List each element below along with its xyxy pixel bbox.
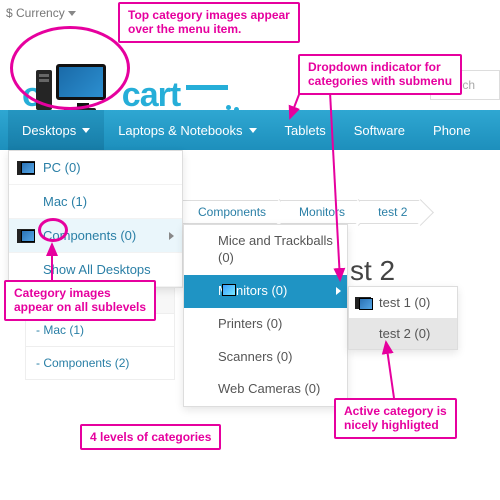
menu-item-test2[interactable]: test 2 (0): [349, 318, 457, 349]
pc-icon: [355, 297, 371, 309]
nav-item-phones[interactable]: Phone: [419, 110, 485, 150]
menu-item-mac[interactable]: Mac (1): [9, 185, 182, 219]
breadcrumb-seg[interactable]: test 2: [360, 200, 422, 224]
page-title: st 2: [350, 255, 395, 287]
annotation-ellipse-subicon: [38, 218, 68, 242]
menu-item-webcams[interactable]: Web Cameras (0): [184, 373, 347, 406]
menu-item-mice[interactable]: Mice and Trackballs (0): [184, 225, 347, 275]
nav-item-desktops[interactable]: Desktops: [8, 110, 104, 150]
callout-top: Top category images appear over the menu…: [118, 2, 300, 43]
menu-item-test1[interactable]: test 1 (0): [349, 287, 457, 318]
chevron-down-icon: [82, 128, 90, 133]
nav-item-software[interactable]: Software: [340, 110, 419, 150]
callout-right: Dropdown indicator for categories with s…: [298, 54, 462, 95]
pc-icon: [17, 161, 35, 175]
menu-item-pc[interactable]: PC (0): [9, 151, 182, 185]
breadcrumb-seg[interactable]: Monitors: [281, 200, 360, 224]
caret-down-icon: [68, 11, 76, 16]
dropdown-level3: test 1 (0) test 2 (0): [348, 286, 458, 350]
pc-icon: [17, 229, 35, 243]
dropdown-level2: Mice and Trackballs (0) Monitors (0) Pri…: [183, 224, 348, 407]
annotation-ellipse-logo: [10, 26, 130, 110]
breadcrumb-seg[interactable]: Components: [180, 200, 281, 224]
currency-selector[interactable]: $ Currency: [6, 6, 76, 20]
menu-item-monitors[interactable]: Monitors (0): [184, 275, 347, 308]
side-item[interactable]: - Components (2): [25, 347, 175, 380]
callout-left: Category images appear on all sublevels: [4, 280, 156, 321]
menu-item-printers[interactable]: Printers (0): [184, 308, 347, 341]
chevron-down-icon: [249, 128, 257, 133]
callout-bottom-left: 4 levels of categories: [80, 424, 221, 450]
menu-item-components[interactable]: Components (0): [9, 219, 182, 253]
cart-swoosh-icon: [186, 85, 228, 107]
dropdown-level1: PC (0) Mac (1) Components (0) Show All D…: [8, 150, 183, 288]
nav-item-laptops[interactable]: Laptops & Notebooks: [104, 110, 270, 150]
callout-bottom-right: Active category is nicely highligted: [334, 398, 457, 439]
main-nav: Desktops Laptops & Notebooks Tablets Sof…: [0, 110, 500, 150]
chevron-right-icon: [169, 232, 174, 240]
currency-label: $ Currency: [6, 6, 65, 20]
menu-item-scanners[interactable]: Scanners (0): [184, 341, 347, 374]
breadcrumb: Components Monitors test 2: [180, 200, 422, 224]
chevron-right-icon: [336, 287, 341, 295]
nav-item-tablets[interactable]: Tablets: [271, 110, 340, 150]
